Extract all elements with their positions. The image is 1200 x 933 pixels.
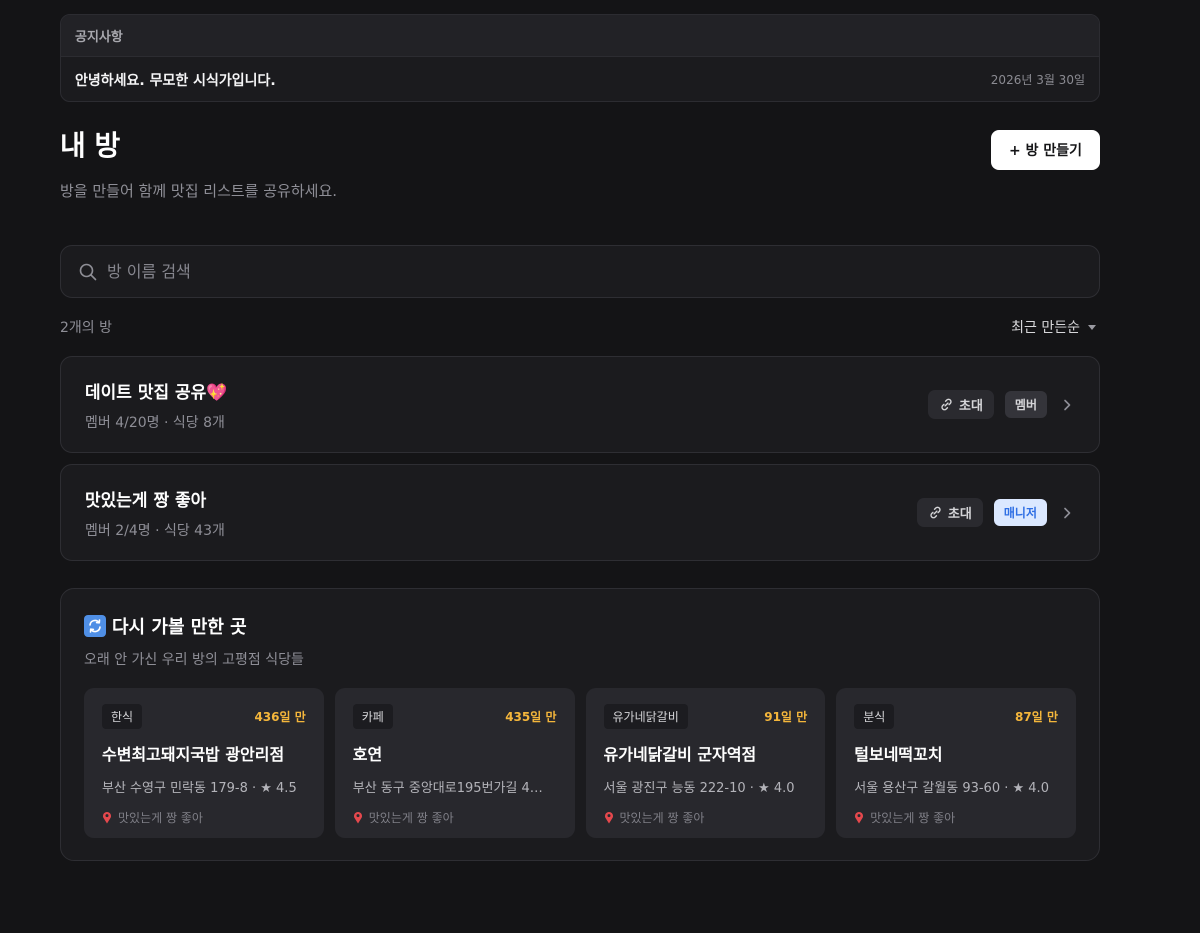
room-name-label: 맛있는게 짱 좋아 [118, 811, 203, 825]
restaurant-card[interactable]: 유가네닭갈비 91일 만 유가네닭갈비 군자역점 서울 광진구 능동 222-1… [585, 688, 826, 838]
invite-label: 초대 [947, 507, 972, 522]
page-subtitle: 방을 만들어 함께 맛집 리스트를 공유하세요. [60, 182, 338, 200]
pin-icon [353, 812, 362, 824]
revisit-title: 다시 가볼 만한 곳 [112, 617, 247, 638]
notice-header: 공지사항 [61, 15, 1099, 57]
sort-dropdown[interactable]: 최근 만든순 [1011, 317, 1096, 337]
room-card[interactable]: 데이트 맛집 공유💖 멤버 4/20명 · 식당 8개 초대 멤버 [60, 356, 1100, 453]
restaurant-address: 부산 동구 중앙대로195번가길 4… [352, 781, 543, 796]
pin-icon [103, 812, 111, 824]
restaurant-address: 부산 수영구 민락동 179-8 · ★ 4.5 [102, 781, 297, 796]
room-list: 데이트 맛집 공유💖 멤버 4/20명 · 식당 8개 초대 멤버 맛있는게 짱… [60, 356, 1100, 561]
room-info: 멤버 4/20명 · 식당 8개 [85, 414, 225, 431]
room-info: 멤버 2/4명 · 식당 43개 [85, 522, 225, 539]
room-name-label: 맛있는게 짱 좋아 [619, 811, 705, 825]
room-text: 데이트 맛집 공유💖 멤버 4/20명 · 식당 8개 [85, 378, 227, 432]
category-badge: 한식 [102, 704, 143, 729]
notice-panel: 공지사항 안녕하세요. 무모한 시식가입니다. 2026년 3월 30일 [60, 14, 1100, 102]
days-since-badge: 87일 만 [1015, 710, 1058, 724]
restaurant-room: 맛있는게 짱 좋아 [604, 809, 808, 826]
category-badge: 카페 [352, 704, 393, 729]
restaurant-room: 맛있는게 짱 좋아 [854, 809, 1058, 826]
room-card[interactable]: 맛있는게 짱 좋아 멤버 2/4명 · 식당 43개 초대 매니저 [60, 464, 1100, 561]
room-name: 맛있는게 짱 좋아 [85, 490, 207, 511]
room-name-label: 맛있는게 짱 좋아 [870, 811, 956, 825]
category-badge: 유가네닭갈비 [603, 704, 688, 729]
restaurant-card-list: 한식 436일 만 수변최고돼지국밥 광안리점 부산 수영구 민락동 179-8… [84, 688, 1076, 838]
restaurant-name: 털보네떡꼬치 [854, 745, 943, 764]
restaurant-card[interactable]: 한식 436일 만 수변최고돼지국밥 광안리점 부산 수영구 민락동 179-8… [84, 688, 324, 838]
room-actions: 초대 멤버 [927, 390, 1075, 419]
page: 공지사항 안녕하세요. 무모한 시식가입니다. 2026년 3월 30일 내 방… [60, 14, 1100, 861]
card-top: 유가네닭갈비 91일 만 [603, 704, 808, 729]
notice-text: 안녕하세요. 무모한 시식가입니다. [75, 72, 276, 89]
page-title: 내 방 [60, 129, 120, 162]
days-since-badge: 436일 만 [254, 710, 306, 724]
repeat-icon [84, 615, 106, 637]
pin-icon [604, 812, 613, 824]
revisit-title-row: 다시 가볼 만한 곳 [84, 613, 1076, 639]
restaurant-room: 맛있는게 짱 좋아 [353, 809, 557, 826]
chevron-right-icon [1064, 399, 1071, 410]
role-badge: 멤버 [1004, 391, 1047, 418]
category-badge: 분식 [854, 704, 895, 729]
create-room-button[interactable]: + 방 만들기 [991, 130, 1100, 170]
caret-down-icon [1088, 324, 1096, 330]
search-icon [79, 263, 97, 280]
invite-button[interactable]: 초대 [916, 498, 983, 527]
room-name-label: 맛있는게 짱 좋아 [368, 811, 454, 825]
room-name: 데이트 맛집 공유💖 [85, 382, 228, 403]
room-search-input[interactable] [107, 262, 1081, 281]
restaurant-card[interactable]: 분식 87일 만 털보네떡꼬치 서울 용산구 갈월동 93-60 · ★ 4.0… [836, 688, 1076, 838]
page-header: 내 방 방을 만들어 함께 맛집 리스트를 공유하세요. + 방 만들기 [60, 124, 1100, 216]
card-top: 카페 435일 만 [352, 704, 557, 729]
restaurant-name: 유가네닭갈비 군자역점 [603, 745, 757, 764]
link-icon [930, 506, 941, 519]
days-since-badge: 91일 만 [764, 710, 808, 724]
room-search-box[interactable] [60, 245, 1100, 298]
invite-label: 초대 [958, 399, 983, 414]
link-icon [941, 398, 952, 411]
revisit-subtitle: 오래 안 가신 우리 방의 고평점 식당들 [84, 652, 304, 668]
room-count: 2개의 방 [60, 320, 112, 336]
notice-date: 2026년 3월 30일 [990, 73, 1085, 87]
pin-icon [855, 812, 864, 824]
restaurant-address: 서울 광진구 능동 222-10 · ★ 4.0 [603, 781, 795, 796]
chevron-right-icon [1064, 507, 1071, 518]
sort-label: 최근 만든순 [1011, 320, 1080, 336]
restaurant-room: 맛있는게 짱 좋아 [102, 809, 306, 826]
invite-button[interactable]: 초대 [927, 390, 994, 419]
notice-item[interactable]: 안녕하세요. 무모한 시식가입니다. 2026년 3월 30일 [61, 57, 1099, 101]
restaurant-address: 서울 용산구 갈월동 93-60 · ★ 4.0 [854, 781, 1049, 796]
card-top: 한식 436일 만 [102, 704, 306, 729]
restaurant-name: 호연 [352, 745, 383, 764]
restaurant-card[interactable]: 카페 435일 만 호연 부산 동구 중앙대로195번가길 4… 맛있는게 짱 … [334, 688, 575, 838]
revisit-section: 다시 가볼 만한 곳 오래 안 가신 우리 방의 고평점 식당들 한식 436일… [60, 588, 1100, 861]
role-badge: 매니저 [993, 499, 1047, 526]
card-top: 분식 87일 만 [854, 704, 1058, 729]
days-since-badge: 435일 만 [505, 710, 557, 724]
room-actions: 초대 매니저 [916, 498, 1075, 527]
restaurant-name: 수변최고돼지국밥 광안리점 [102, 745, 285, 764]
room-text: 맛있는게 짱 좋아 멤버 2/4명 · 식당 43개 [85, 486, 225, 540]
room-list-meta: 2개의 방 최근 만든순 [60, 317, 1100, 337]
